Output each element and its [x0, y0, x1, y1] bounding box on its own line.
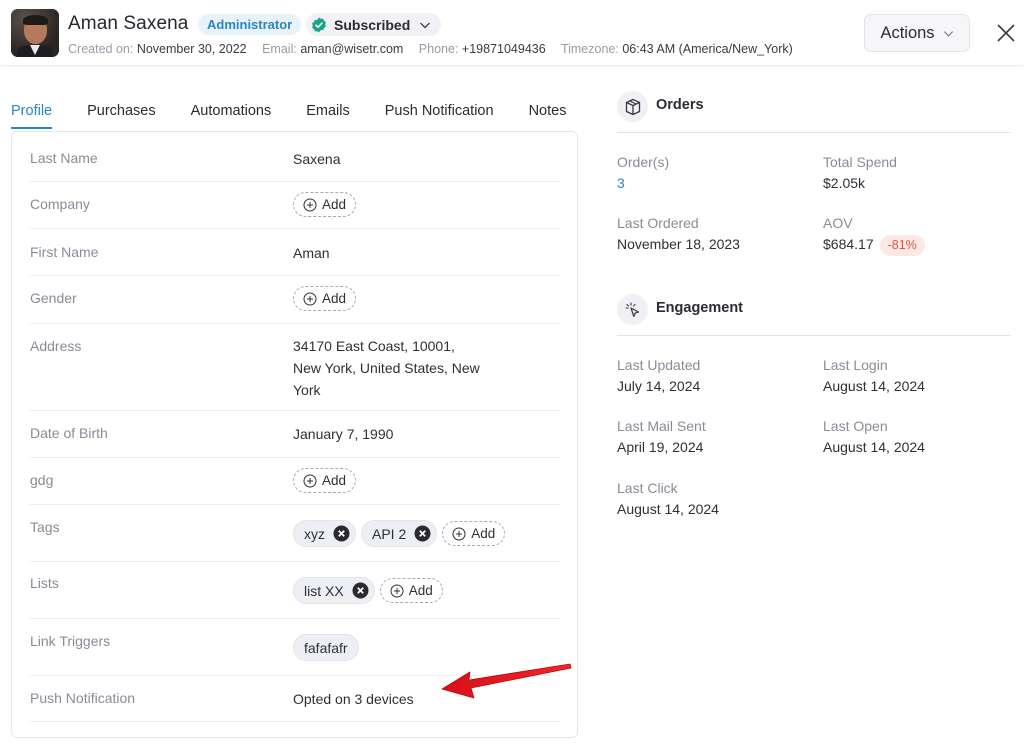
- orders-title: Orders: [656, 97, 704, 113]
- actions-dropdown-button[interactable]: Actions: [864, 14, 970, 52]
- plus-circle-icon: [390, 584, 404, 597]
- field-address: Address 34170 East Coast, 10001, New Yor…: [29, 324, 560, 411]
- plus-circle-icon: [303, 474, 317, 487]
- field-label: Gender: [30, 290, 77, 306]
- field-label: Address: [30, 338, 82, 354]
- field-value[interactable]: January 7, 1990: [293, 423, 393, 445]
- subscription-status-dropdown[interactable]: Subscribed: [306, 13, 442, 36]
- remove-tag-icon[interactable]: [414, 525, 431, 542]
- stat-last-mail-sent: Last Mail Sent April 19, 2024: [617, 418, 706, 455]
- contact-header: Aman Saxena Administrator Subscribed Cre…: [0, 0, 1024, 66]
- engagement-title: Engagement: [656, 300, 744, 316]
- stat-total-spend: Total Spend $2.05k: [823, 154, 897, 191]
- avatar: [11, 9, 59, 57]
- field-label: Tags: [30, 519, 60, 535]
- plus-circle-icon: [452, 527, 466, 540]
- tab-automations[interactable]: Automations: [191, 96, 272, 126]
- field-label: gdg: [30, 472, 54, 488]
- stat-orders-count: Order(s) 3: [617, 152, 669, 194]
- chevron-down-icon: [943, 30, 953, 37]
- link-trigger-chip[interactable]: fafafafr: [293, 634, 359, 661]
- add-company-button[interactable]: Add: [293, 192, 357, 217]
- remove-tag-icon[interactable]: [333, 525, 350, 542]
- role-badge: Administrator: [198, 14, 302, 35]
- list-chip: list XX: [293, 577, 375, 604]
- field-first-name: First Name Aman: [29, 229, 560, 276]
- field-last-name: Last Name Saxena: [29, 132, 560, 182]
- profile-panel: Last Name Saxena Company Add First Name …: [11, 131, 578, 738]
- field-tags: Tags xyz API 2 Add: [29, 505, 560, 562]
- field-label: Company: [30, 196, 90, 212]
- profile-tabs: Profile Purchases Automations Emails Pus…: [11, 96, 601, 129]
- field-gdg: gdg Add: [29, 458, 560, 505]
- meta-timezone: Timezone: 06:43 AM (America/New_York): [560, 42, 793, 56]
- chevron-down-icon: [420, 22, 431, 28]
- field-label: Lists: [30, 575, 59, 591]
- orders-section-header: Orders: [617, 91, 1011, 133]
- field-company: Company Add: [29, 182, 560, 229]
- verified-check-icon: [312, 17, 326, 32]
- tab-notes[interactable]: Notes: [529, 96, 567, 126]
- add-gdg-button[interactable]: Add: [293, 468, 357, 493]
- field-gender: Gender Add: [29, 276, 560, 324]
- remove-list-icon[interactable]: [352, 582, 369, 599]
- tab-profile[interactable]: Profile: [11, 96, 53, 129]
- field-label: Date of Birth: [30, 425, 108, 441]
- field-value: Opted on 3 devices: [293, 691, 414, 707]
- meta-created: Created on: November 30, 2022: [68, 42, 247, 56]
- meta-phone: Phone: +19871049436: [418, 42, 546, 56]
- aov-change-badge: -81%: [879, 234, 925, 256]
- contact-meta: Created on: November 30, 2022 Email: ama…: [68, 42, 805, 56]
- contact-name: Aman Saxena: [68, 13, 189, 34]
- orders-count-link[interactable]: 3: [617, 172, 669, 194]
- tag-chip: API 2: [361, 520, 438, 547]
- cursor-click-icon: [624, 301, 639, 317]
- subscription-status-label: Subscribed: [334, 16, 411, 33]
- field-lists: Lists list XX Add: [29, 562, 560, 619]
- annotation-arrow-icon: [441, 663, 572, 699]
- tab-push-notification[interactable]: Push Notification: [385, 96, 494, 126]
- tab-emails[interactable]: Emails: [306, 96, 350, 126]
- tag-chip: xyz: [293, 520, 356, 547]
- close-icon[interactable]: [995, 22, 1017, 44]
- field-label: Push Notification: [30, 690, 136, 706]
- stat-aov: AOV $684.17 -81%: [823, 213, 925, 256]
- field-label: Last Name: [30, 150, 98, 166]
- add-tag-button[interactable]: Add: [442, 521, 506, 546]
- box-icon: [625, 98, 640, 115]
- plus-circle-icon: [303, 198, 317, 211]
- stat-last-updated: Last Updated July 14, 2024: [617, 357, 701, 394]
- field-value[interactable]: 34170 East Coast, 10001, New York, Unite…: [293, 335, 480, 401]
- stat-last-login: Last Login August 14, 2024: [823, 357, 925, 394]
- add-gender-button[interactable]: Add: [293, 286, 357, 311]
- field-label: First Name: [30, 244, 99, 260]
- engagement-section-header: Engagement: [617, 294, 1011, 336]
- stat-last-ordered: Last Ordered November 18, 2023: [617, 215, 740, 252]
- meta-email: Email: aman@wisetr.com: [262, 42, 404, 56]
- plus-circle-icon: [303, 292, 317, 305]
- stat-last-open: Last Open August 14, 2024: [823, 418, 925, 455]
- field-value[interactable]: Saxena: [293, 148, 340, 170]
- field-label: Link Triggers: [30, 633, 111, 649]
- actions-label: Actions: [880, 23, 935, 42]
- field-value[interactable]: Aman: [293, 242, 330, 264]
- add-list-button[interactable]: Add: [379, 578, 443, 603]
- stat-last-click: Last Click August 14, 2024: [617, 480, 719, 517]
- tab-purchases[interactable]: Purchases: [87, 96, 156, 126]
- field-date-of-birth: Date of Birth January 7, 1990: [29, 411, 560, 458]
